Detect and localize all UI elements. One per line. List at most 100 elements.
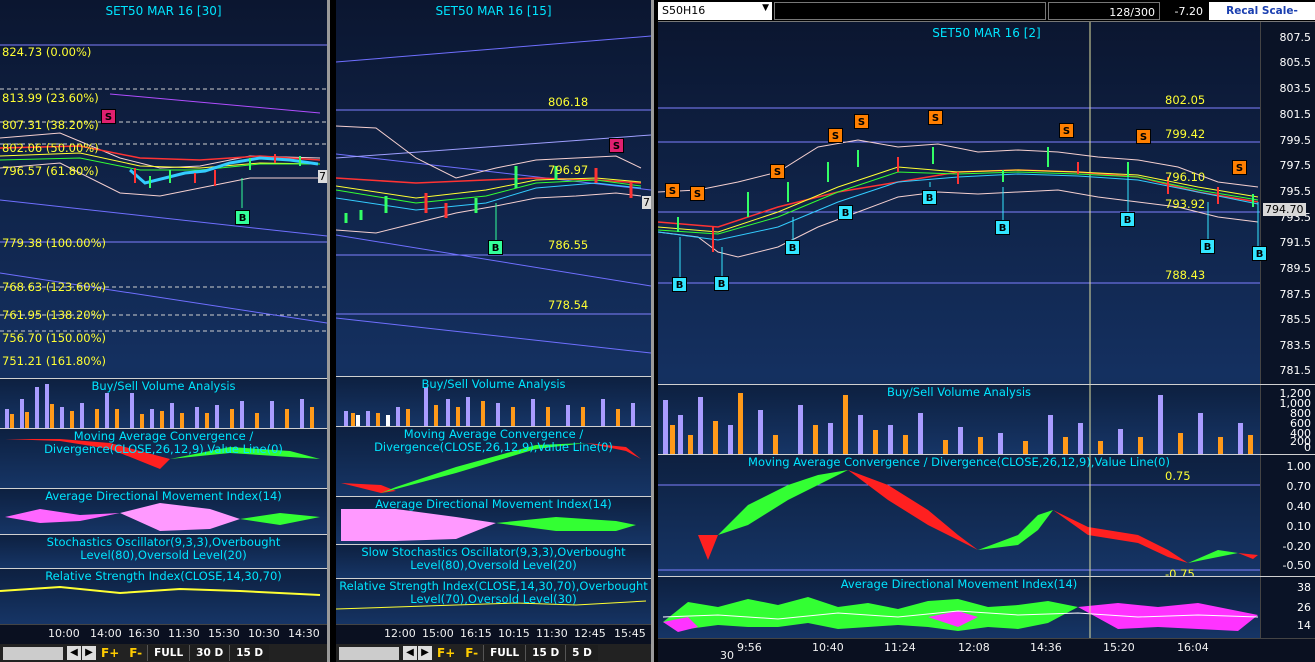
price-level: 796.97 <box>548 163 589 177</box>
price-edge-label: 7 <box>642 196 651 209</box>
recal-scale-button[interactable]: Recal Scale-Linear <box>1209 2 1315 35</box>
chart-pane-15min[interactable]: SET50 MAR 16 [15] S B 806.18 796.97 786.… <box>336 0 654 662</box>
macd-tick: -0.20 <box>1282 540 1311 553</box>
range-15d-button[interactable]: 15 D <box>229 645 270 661</box>
scrollbar[interactable] <box>339 646 399 660</box>
price-level: 793.92 <box>1165 197 1206 211</box>
sell-signal-icon[interactable]: S <box>1059 123 1074 138</box>
price-chart[interactable]: S B 824.73 (0.00%) 813.99 (23.60%) 807.3… <box>0 18 327 378</box>
scrollbar[interactable] <box>3 646 63 660</box>
price-tick: 801.5 <box>1279 108 1312 121</box>
chart-toolbar: ◀ ▶ F+ F- FULL 15 D 5 D <box>336 644 651 662</box>
adx-panel[interactable]: Average Directional Movement Index(14) <box>336 496 651 544</box>
sell-signal-icon[interactable]: S <box>690 186 705 201</box>
stochastic-panel[interactable]: Slow Stochastics Oscillator(9,3,3),Overb… <box>336 544 651 578</box>
zoom-in-button[interactable]: F+ <box>96 646 124 660</box>
sell-signal-icon[interactable]: S <box>828 128 843 143</box>
sell-signal-icon[interactable]: S <box>101 109 116 124</box>
stochastic-panel[interactable]: Stochastics Oscillator(9,3,3),Overbought… <box>0 534 327 568</box>
full-button[interactable]: FULL <box>483 645 526 661</box>
time-tick: 9:56 <box>737 641 762 654</box>
buy-signal-icon[interactable]: B <box>922 190 937 205</box>
macd-tick: 0.70 <box>1286 480 1312 493</box>
scroll-left-icon[interactable]: ◀ <box>403 646 417 660</box>
buy-signal-icon[interactable]: B <box>235 210 250 225</box>
price-tick: 789.5 <box>1279 262 1312 275</box>
sell-signal-icon[interactable]: S <box>1136 129 1151 144</box>
adx-plot <box>662 577 1259 638</box>
macd-tick: -0.50 <box>1282 559 1311 572</box>
counter-field: 128/300 <box>1048 2 1160 20</box>
macd-panel[interactable]: Moving Average Convergence / Divergence(… <box>0 428 327 488</box>
adx-tick: 26 <box>1297 601 1311 614</box>
fib-level: 824.73 (0.00%) <box>2 45 92 59</box>
adx-panel[interactable]: Average Directional Movement Index(14) <box>0 488 327 534</box>
price-chart[interactable]: S B 806.18 796.97 786.55 778.54 7 <box>336 18 651 376</box>
symbol-value: S50H16 <box>662 4 706 17</box>
volume-axis: 1,200 1,000 800 600 400 200 0 <box>1260 385 1315 454</box>
range-15d-button[interactable]: 15 D <box>525 645 566 661</box>
scroll-right-icon[interactable]: ▶ <box>82 646 96 660</box>
zoom-in-button[interactable]: F+ <box>432 646 460 660</box>
change-field: -7.20 <box>1162 2 1207 20</box>
price-tick: 791.5 <box>1279 236 1312 249</box>
volume-panel[interactable]: Buy/Sell Volume Analysis <box>336 376 651 426</box>
info-field <box>774 2 1046 20</box>
range-5d-button[interactable]: 5 D <box>565 645 598 661</box>
volume-bars <box>5 384 314 428</box>
sell-signal-icon[interactable]: S <box>770 164 785 179</box>
macd-panel[interactable]: Moving Average Convergence / Divergence(… <box>336 426 651 496</box>
chart-toolbar: ◀ ▶ F+ F- FULL 30 D 15 D <box>0 644 327 662</box>
symbol-dropdown[interactable]: S50H16 ▼ <box>658 2 772 20</box>
buy-signal-icon[interactable]: B <box>488 240 503 255</box>
volume-panel[interactable]: Buy/Sell Volume Analysis 1,200 1,000 800… <box>658 384 1315 454</box>
price-plot <box>0 44 327 332</box>
full-button[interactable]: FULL <box>147 645 190 661</box>
fib-level: 802.06 (50.00%) <box>2 141 99 155</box>
buy-signal-icon[interactable]: B <box>714 276 729 291</box>
rsi-panel[interactable]: Relative Strength Index(CLOSE,14,30,70),… <box>336 578 651 628</box>
sell-signal-icon[interactable]: S <box>928 110 943 125</box>
zoom-out-button[interactable]: F- <box>460 646 483 660</box>
zoom-out-button[interactable]: F- <box>124 646 147 660</box>
macd-tick: 1.00 <box>1286 460 1312 473</box>
chart-pane-30min[interactable]: SET50 MAR 16 [30] S B 824.73 (0.00%) 813… <box>0 0 330 662</box>
adx-tick: 38 <box>1297 581 1311 594</box>
time-tick: 15:45 <box>614 627 646 640</box>
time-tick: 11:30 <box>168 627 200 640</box>
time-tick: 10:15 <box>498 627 530 640</box>
buy-signal-icon[interactable]: B <box>672 277 687 292</box>
sell-signal-icon[interactable]: S <box>609 138 624 153</box>
time-tick: 12:00 <box>384 627 416 640</box>
sell-signal-icon[interactable]: S <box>665 183 680 198</box>
buy-signal-icon[interactable]: B <box>1120 212 1135 227</box>
scroll-right-icon[interactable]: ▶ <box>418 646 432 660</box>
buy-signal-icon[interactable]: B <box>1200 239 1215 254</box>
price-level: 802.05 <box>1165 93 1206 107</box>
rsi-panel[interactable]: Relative Strength Index(CLOSE,14,30,70) <box>0 568 327 624</box>
fib-level: 756.70 (150.00%) <box>2 331 107 345</box>
buy-signal-icon[interactable]: B <box>785 240 800 255</box>
panel-title: Slow Stochastics Oscillator(9,3,3),Overb… <box>361 545 626 572</box>
adx-plot <box>5 503 320 531</box>
buy-signal-icon[interactable]: B <box>995 220 1010 235</box>
macd-panel[interactable]: Moving Average Convergence / Divergence(… <box>658 454 1315 576</box>
scroll-left-icon[interactable]: ◀ <box>67 646 81 660</box>
price-level: 778.54 <box>548 298 589 312</box>
volume-panel[interactable]: Buy/Sell Volume Analysis <box>0 378 327 428</box>
price-tick: 797.5 <box>1279 159 1312 172</box>
buy-signal-icon[interactable]: B <box>1252 246 1267 261</box>
macd-level-label: -0.75 <box>1165 567 1195 576</box>
buy-signal-icon[interactable]: B <box>838 205 853 220</box>
sell-signal-icon[interactable]: S <box>1232 160 1247 175</box>
price-axis[interactable]: 807.5 805.5 803.5 801.5 799.5 797.5 795.… <box>1260 22 1315 384</box>
adx-panel[interactable]: Average Directional Movement Index(14) 3… <box>658 576 1315 638</box>
adx-plot <box>341 509 636 541</box>
counter-value: 128/300 <box>1109 6 1155 19</box>
macd-plot <box>5 439 320 469</box>
chart-pane-2min[interactable]: SET50 MAR 16 [2] S S S S S S S S S B B B… <box>658 22 1315 662</box>
price-chart[interactable]: S S S S S S S S S B B B B B B B B B 802.… <box>658 22 1315 384</box>
sell-signal-icon[interactable]: S <box>854 114 869 129</box>
chevron-down-icon[interactable]: ▼ <box>762 3 769 13</box>
range-30d-button[interactable]: 30 D <box>189 645 230 661</box>
